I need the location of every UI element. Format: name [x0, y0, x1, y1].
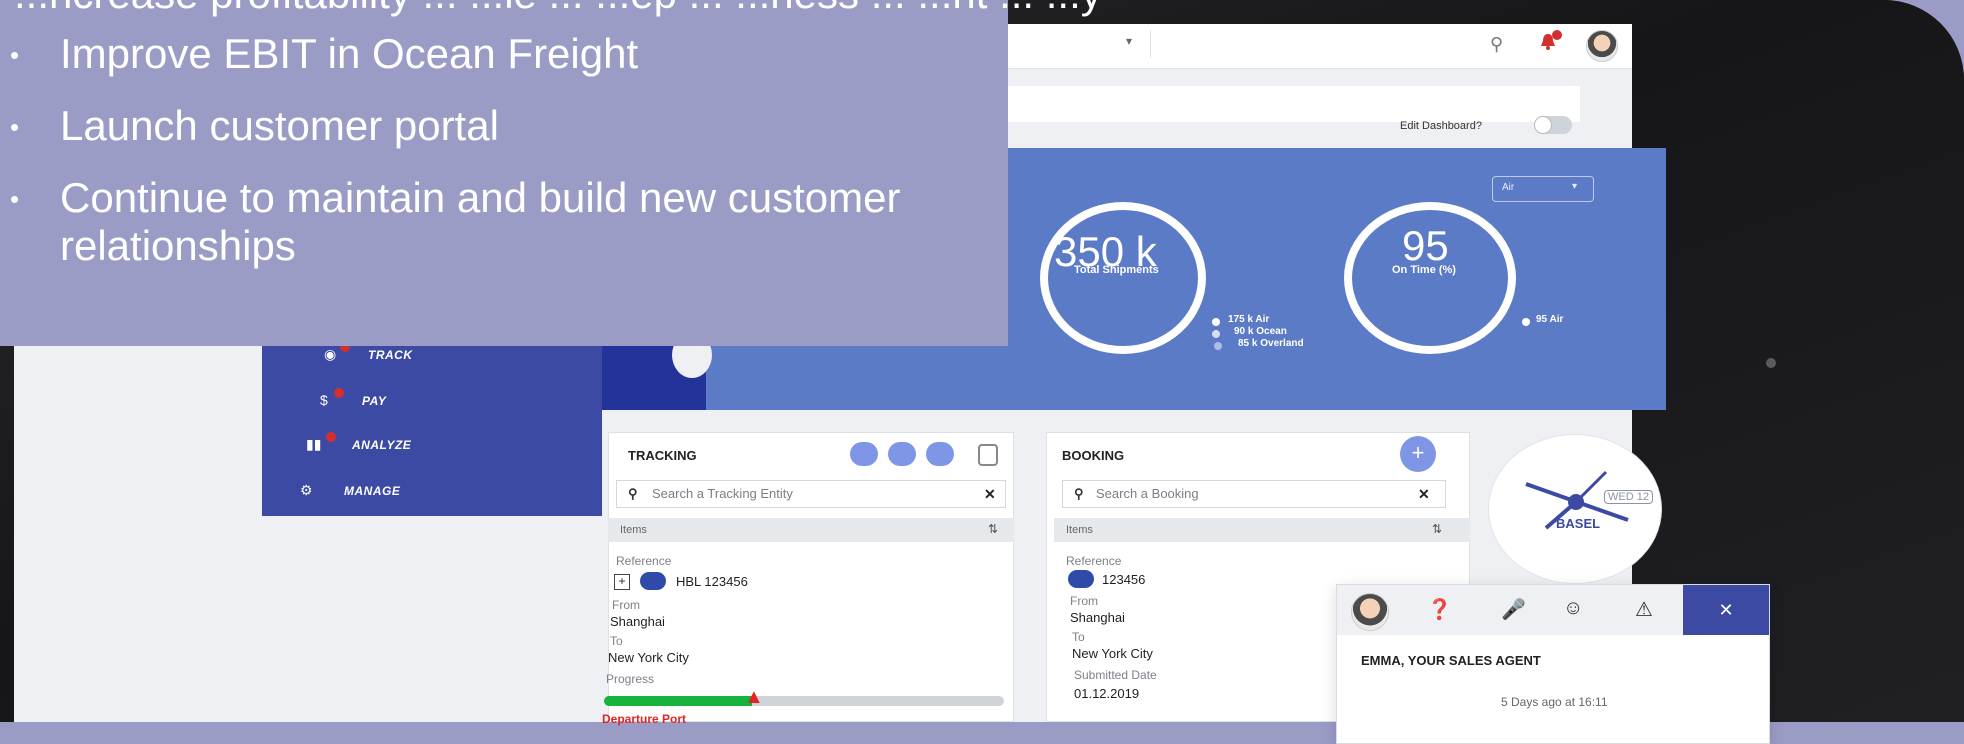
- tracking-from-label: From: [612, 598, 640, 612]
- bullet-relationships-cont: relationships: [60, 222, 296, 269]
- camera-dot: [1766, 358, 1776, 368]
- sidebar-item-analyze[interactable]: ANALYZE: [352, 438, 411, 452]
- search-icon[interactable]: ⚲: [1490, 34, 1503, 55]
- booking-submitted-label: Submitted Date: [1074, 668, 1157, 682]
- tracking-progress-label: Progress: [606, 672, 655, 686]
- ship-icon: [640, 572, 666, 590]
- tracking-search-placeholder: Search a Tracking Entity: [652, 486, 793, 501]
- booking-items-label: Items: [1066, 524, 1093, 536]
- nav-badge-pay: [334, 388, 344, 398]
- tracking-items-bar: [608, 518, 1014, 542]
- on-time-value: 95: [1402, 222, 1449, 269]
- edit-dashboard-label: Edit Dashboard?: [1400, 120, 1482, 132]
- legend-dot-overland: [1214, 342, 1222, 350]
- bullet-marker: •: [10, 184, 20, 214]
- bullet-relationships: Continue to maintain and build new custo…: [60, 174, 901, 221]
- close-chat-button[interactable]: ✕: [1683, 585, 1769, 635]
- search-icon: ⚲: [628, 486, 638, 501]
- tracking-to-value: New York City: [608, 650, 689, 665]
- chevron-down-icon: ▾: [1572, 181, 1578, 192]
- notification-badge: [1552, 30, 1562, 40]
- booking-from-label: From: [1070, 594, 1098, 608]
- sort-icon[interactable]: ⇅: [988, 522, 998, 536]
- bullet-ebit: Improve EBIT in Ocean Freight: [60, 30, 639, 77]
- tracking-reference-value: HBL 123456: [676, 574, 748, 589]
- dropdown-arrow-icon[interactable]: ▾: [1126, 34, 1132, 48]
- clock-city: BASEL: [1556, 516, 1601, 531]
- ship-filter-icon[interactable]: [888, 442, 916, 466]
- bullet-cut-off: ...ncrease profitability ... ...le ... .…: [14, 0, 1102, 18]
- expand-row-icon[interactable]: +: [614, 574, 630, 590]
- dollar-icon: $: [320, 392, 328, 408]
- warning-icon: ▲: [744, 686, 764, 708]
- truck-filter-icon[interactable]: [926, 442, 954, 466]
- smiley-icon[interactable]: ☺: [1563, 597, 1583, 620]
- legend-air: 175 k Air: [1228, 314, 1270, 325]
- on-time-label: On Time (%): [1392, 264, 1456, 276]
- legend-dot-ocean: [1212, 330, 1220, 338]
- booking-submitted-value: 01.12.2019: [1074, 686, 1140, 701]
- plane-filter-icon[interactable]: [850, 442, 878, 466]
- booking-from-value: Shanghai: [1070, 610, 1125, 625]
- legend-dot-on-time: [1522, 318, 1530, 326]
- sidebar: [262, 330, 602, 516]
- ship-icon: [1068, 570, 1094, 588]
- legend-ocean: 90 k Ocean: [1234, 326, 1287, 337]
- sidebar-item-manage[interactable]: MANAGE: [344, 484, 400, 498]
- tracking-card: [608, 432, 1014, 722]
- tracking-from-value: Shanghai: [610, 614, 665, 629]
- tracking-items-label: Items: [620, 524, 647, 536]
- booking-reference-value: 123456: [1102, 572, 1146, 587]
- help-icon[interactable]: ❓: [1427, 597, 1452, 622]
- booking-title: BOOKING: [1062, 448, 1125, 463]
- microphone-icon[interactable]: 🎤: [1501, 597, 1526, 622]
- alert-icon[interactable]: ⚠: [1635, 597, 1653, 622]
- booking-reference-label: Reference: [1066, 554, 1122, 568]
- chat-timestamp: 5 Days ago at 16:11: [1501, 695, 1608, 709]
- tracking-reference-label: Reference: [616, 554, 672, 568]
- tracking-title: TRACKING: [628, 448, 697, 463]
- toggle-knob: [1534, 116, 1552, 134]
- chat-widget: ❓ 🎤 ☺ ⚠ ✕ EMMA, YOUR SALES AGENT 5 Days …: [1336, 584, 1770, 744]
- warehouse-filter-icon[interactable]: [978, 444, 998, 466]
- nav-badge-analyze: [326, 432, 336, 442]
- tracking-status-text: Departure Port: [602, 712, 687, 726]
- tracking-progress-fill: [604, 696, 752, 706]
- total-shipments-ring: [1040, 202, 1206, 354]
- bullet-portal: Launch customer portal: [60, 102, 499, 149]
- booking-search-placeholder: Search a Booking: [1096, 486, 1199, 501]
- total-shipments-label: Total Shipments: [1074, 264, 1159, 276]
- sidebar-item-pay[interactable]: PAY: [362, 394, 386, 408]
- avatar[interactable]: [1586, 30, 1618, 62]
- clear-search-icon[interactable]: ✕: [984, 486, 996, 503]
- mode-select-value: Air: [1502, 182, 1515, 193]
- chart-icon: ▮▮: [306, 436, 322, 452]
- booking-items-bar: [1054, 518, 1470, 542]
- agent-avatar: [1351, 593, 1389, 631]
- eye-icon: ◉: [324, 346, 337, 362]
- legend-dot-air: [1212, 318, 1220, 326]
- sort-icon[interactable]: ⇅: [1432, 522, 1442, 536]
- search-icon: ⚲: [1074, 486, 1084, 501]
- topbar-divider: [1150, 30, 1151, 58]
- legend-overland: 85 k Overland: [1238, 338, 1304, 349]
- bullet-marker: •: [10, 40, 20, 70]
- bullet-marker: •: [10, 112, 20, 142]
- legend-on-time-air: 95 Air: [1536, 314, 1564, 325]
- booking-to-value: New York City: [1072, 646, 1153, 661]
- add-booking-button[interactable]: +: [1400, 436, 1436, 472]
- tracking-to-label: To: [610, 634, 623, 648]
- booking-to-label: To: [1072, 630, 1085, 644]
- chat-agent-title: EMMA, YOUR SALES AGENT: [1361, 653, 1541, 668]
- gear-icon: ⚙: [300, 482, 313, 498]
- sidebar-item-track[interactable]: TRACK: [368, 348, 413, 362]
- clear-search-icon[interactable]: ✕: [1418, 486, 1430, 503]
- clock-date: WED 12: [1604, 490, 1653, 504]
